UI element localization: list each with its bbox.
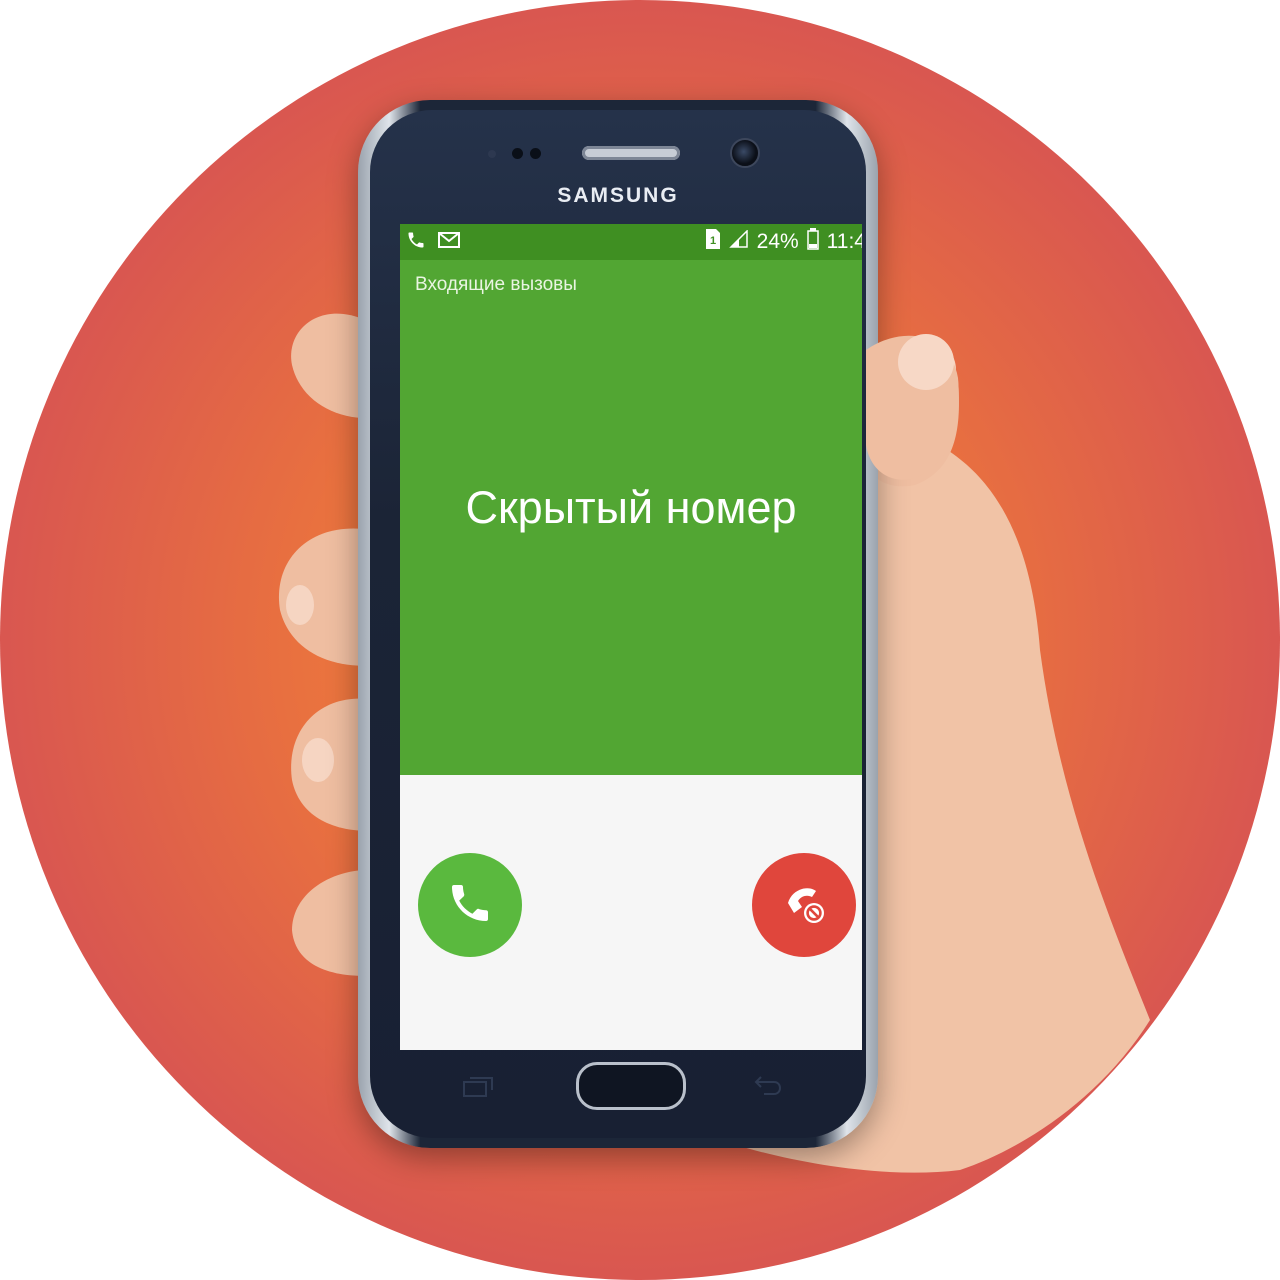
sim-1-icon: 1 [705, 228, 721, 256]
caller-name: Скрытый номер [465, 482, 797, 533]
phone-icon [406, 230, 426, 255]
sensor-dot [530, 148, 541, 159]
status-bar: 1 24% 11:4 [400, 224, 862, 260]
envelope-icon [438, 232, 460, 253]
front-camera [730, 138, 760, 168]
status-time: 11:4 [826, 230, 862, 253]
sensor-dot [488, 150, 496, 158]
call-actions [400, 775, 862, 1050]
battery-icon [806, 228, 819, 256]
phone-reject-icon [778, 877, 830, 934]
recent-apps-key[interactable] [462, 1076, 494, 1103]
accept-call-button[interactable] [418, 853, 522, 957]
signal-icon [728, 229, 749, 254]
back-key[interactable] [752, 1074, 782, 1101]
incoming-call-panel: Входящие вызовы Скрытый номер [400, 260, 862, 775]
brand-logo: SAMSUNG [557, 184, 679, 207]
smartphone: SAMSUNG 1 24% 11:4 Входящие вызовы Скрыт… [358, 100, 878, 1148]
battery-percent: 24% [756, 230, 799, 253]
sensor-dot [512, 148, 523, 159]
phone-face: SAMSUNG 1 24% 11:4 Входящие вызовы Скрыт… [370, 110, 866, 1138]
reject-call-button[interactable] [752, 853, 856, 957]
phone-screen: 1 24% 11:4 Входящие вызовы Скрытый номер [400, 224, 862, 1050]
home-button[interactable] [576, 1062, 686, 1110]
phone-accept-icon [446, 879, 494, 932]
call-type-label: Входящие вызовы [415, 274, 577, 295]
svg-text:1: 1 [710, 235, 716, 247]
earpiece-speaker [582, 146, 680, 160]
